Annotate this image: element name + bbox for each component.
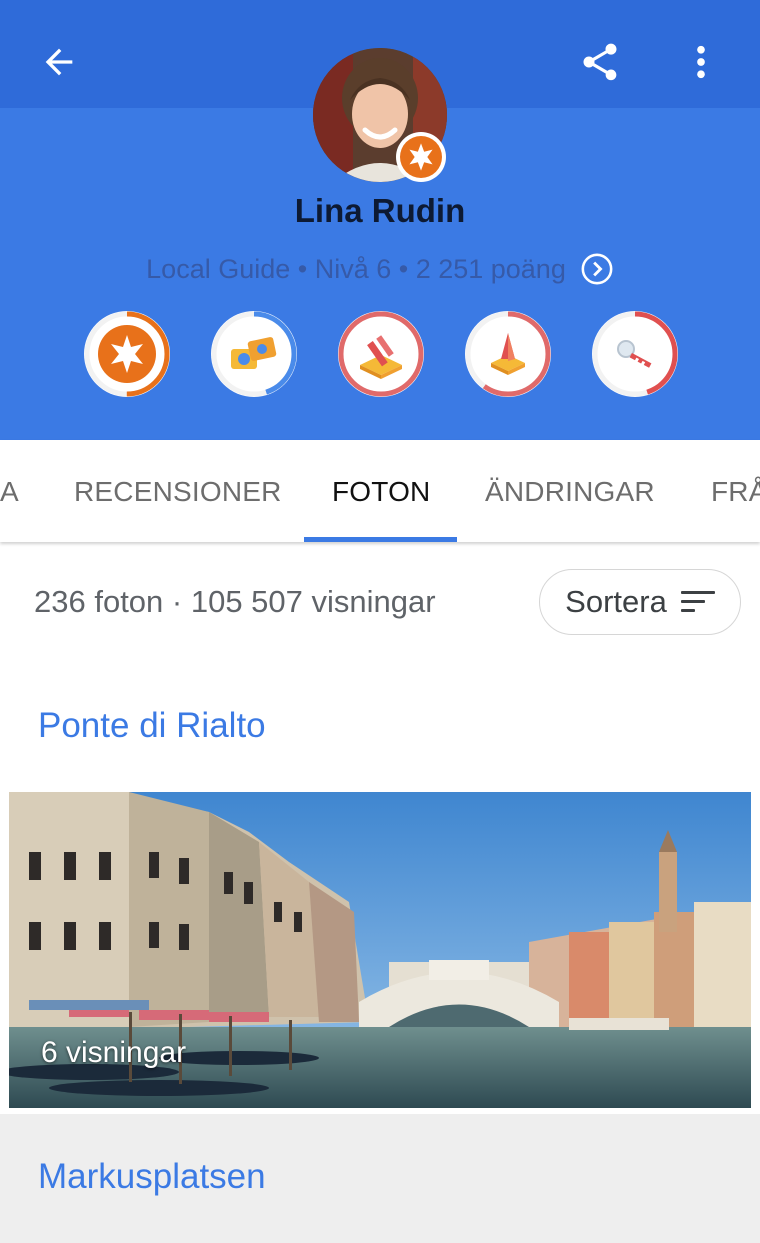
sort-label: Sortera <box>565 584 667 619</box>
more-vert-icon <box>697 45 705 79</box>
share-button[interactable] <box>572 32 628 92</box>
local-guide-badge[interactable] <box>84 311 170 397</box>
magnifier-badge-icon <box>592 311 678 397</box>
tab-photos[interactable]: FOTON <box>332 476 430 508</box>
arrow-left-icon <box>45 48 73 76</box>
tab-partial-left[interactable]: A <box>0 476 19 508</box>
place-title-rialto[interactable]: Ponte di Rialto <box>38 706 266 746</box>
photo-view-count: 6 visningar <box>41 1036 187 1069</box>
local-guide-badge-icon <box>84 311 170 397</box>
profile-name: Lina Rudin <box>294 192 466 229</box>
active-tab-indicator <box>304 537 457 542</box>
tab-edits[interactable]: ÄNDRINGAR <box>485 476 655 508</box>
sort-button[interactable]: Sortera <box>539 569 741 635</box>
trailblazer-badge[interactable] <box>465 311 551 397</box>
camera-badge-icon <box>211 311 297 397</box>
pin-badge-icon <box>465 311 551 397</box>
pencil-badge-icon <box>338 311 424 397</box>
place-photo[interactable]: 6 visningar <box>9 792 751 1108</box>
reviewer-badge[interactable] <box>338 311 424 397</box>
share-icon <box>583 43 617 81</box>
more-options-button[interactable] <box>680 34 722 90</box>
profile-subtitle: Local Guide • Nivå 6 • 2 251 poäng <box>146 253 566 284</box>
profile-tabs: A RECENSIONER FOTON ÄNDRINGAR FRÅ <box>0 440 760 542</box>
photo-stats: 236 foton · 105 507 visningar <box>34 584 436 619</box>
photographer-badge[interactable] <box>211 311 297 397</box>
tab-partial-right[interactable]: FRÅ <box>711 476 760 508</box>
place-title-markusplatsen[interactable]: Markusplatsen <box>38 1157 266 1197</box>
fact-finder-badge[interactable] <box>592 311 678 397</box>
profile-stats-row[interactable]: Local Guide • Nivå 6 • 2 251 poäng <box>0 252 760 286</box>
local-guide-level-badge <box>396 132 446 182</box>
chevron-right-circle-icon[interactable] <box>580 252 614 286</box>
local-guide-star-icon <box>400 136 442 178</box>
back-button[interactable] <box>30 34 88 90</box>
tab-reviews[interactable]: RECENSIONER <box>74 476 282 508</box>
sort-icon <box>680 591 715 612</box>
